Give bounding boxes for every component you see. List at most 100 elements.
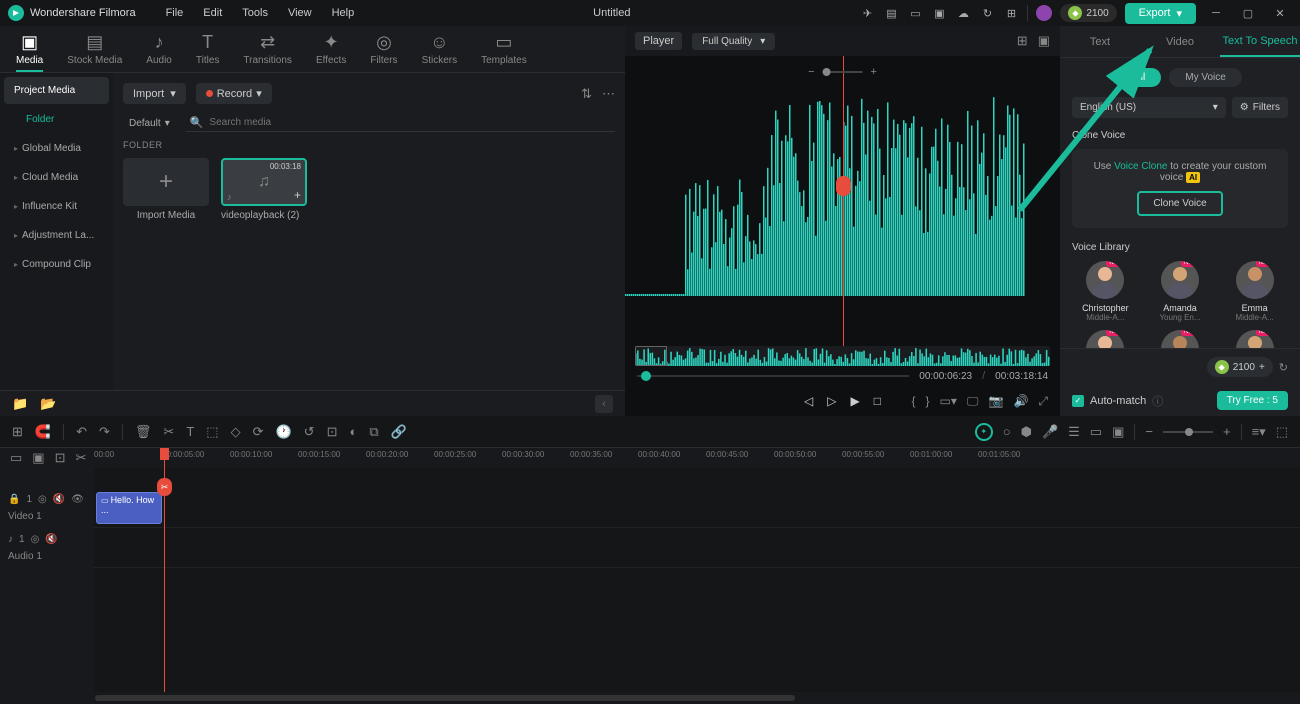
music-icon[interactable]: ♪	[8, 534, 13, 545]
play-pause-button[interactable]: ▷	[827, 394, 836, 408]
menu-view[interactable]: View	[278, 3, 322, 23]
cloud-icon[interactable]: ☁	[955, 5, 971, 21]
timeline-playhead[interactable]: ✂	[164, 448, 165, 692]
list-icon[interactable]: ☰	[1068, 424, 1080, 440]
target-icon[interactable]: ◎	[38, 494, 47, 505]
close-button[interactable]: ✕	[1268, 3, 1292, 23]
record-button[interactable]: Record▾	[196, 83, 272, 104]
voice-emma[interactable]: NEW Emma Middle-A...	[1221, 261, 1288, 322]
video-track[interactable]: ▭Hello. How ...	[94, 488, 1300, 528]
group-button[interactable]: ⊡	[327, 424, 338, 440]
clock-button[interactable]: 🕐	[275, 424, 291, 440]
sidebar-adjustment-layer[interactable]: ▸Adjustment La...	[4, 222, 109, 249]
mini-waveform[interactable]	[635, 346, 1050, 366]
zoom-in-icon[interactable]: +	[871, 66, 877, 78]
menu-tools[interactable]: Tools	[232, 3, 278, 23]
credits-badge[interactable]: ⬥ 2100	[1060, 4, 1116, 22]
mask-button[interactable]: ◐	[349, 424, 357, 439]
timeline-scrollbar[interactable]	[0, 692, 1300, 704]
player-label[interactable]: Player	[635, 32, 682, 50]
sidebar-compound-clip[interactable]: ▸Compound Clip	[4, 251, 109, 278]
fullscreen-icon[interactable]: ⤢	[1038, 394, 1048, 409]
automatch-checkbox[interactable]: ✓	[1072, 395, 1084, 407]
tab-filters[interactable]: ◎Filters	[370, 32, 397, 72]
timeline-ruler[interactable]: 00:0000:00:05:0000:00:10:0000:00:15:0000…	[94, 448, 1300, 468]
undo-button[interactable]: ↶	[76, 424, 87, 440]
shield-icon[interactable]: ⬢	[1021, 424, 1032, 440]
media-clip[interactable]: 00:03:18 ♫ ♪ +	[221, 158, 307, 206]
redo-button[interactable]: ↷	[99, 424, 110, 440]
magnet-icon[interactable]: 🧲	[35, 424, 51, 440]
import-button[interactable]: Import▾	[123, 83, 186, 104]
screen-icon[interactable]: ▭	[907, 5, 923, 21]
stop-button[interactable]: □	[874, 394, 881, 408]
filters-button[interactable]: ⚙Filters	[1232, 97, 1288, 118]
snapshot-icon[interactable]: ▣	[1038, 33, 1050, 49]
send-icon[interactable]: ✈	[859, 5, 875, 21]
sidebar-global-media[interactable]: ▸Global Media	[4, 135, 109, 162]
marker-icon[interactable]: ▣	[1112, 424, 1124, 440]
reverse-button[interactable]: ↺	[304, 424, 315, 440]
mute-icon[interactable]: 🔇	[45, 534, 57, 545]
mark-in-icon[interactable]: {	[912, 394, 916, 408]
maximize-button[interactable]: ▢	[1236, 3, 1260, 23]
language-dropdown[interactable]: English (US)▾	[1072, 97, 1226, 118]
view-mode-icon[interactable]: ≡▾	[1252, 424, 1266, 440]
cut-button[interactable]: ✂	[163, 424, 174, 440]
razor-icon[interactable]: ✂	[76, 450, 87, 466]
tts-credits[interactable]: ⬥ 2100 +	[1207, 357, 1273, 377]
device-icon[interactable]: ▭	[1090, 424, 1102, 440]
volume-icon[interactable]: 🔊	[1013, 394, 1028, 408]
tab-templates[interactable]: ▭Templates	[481, 32, 527, 72]
target-icon[interactable]: ◎	[31, 534, 40, 545]
export-button[interactable]: Export ▾	[1125, 3, 1196, 24]
tab-media[interactable]: ▣Media	[16, 32, 43, 72]
video-track-header[interactable]: 🔒1◎🔇👁 Video 1	[0, 488, 94, 528]
voice-clone-link[interactable]: Voice Clone	[1114, 161, 1167, 172]
mixer-icon[interactable]: ⬚	[1276, 424, 1288, 440]
voice-derek[interactable]: NEW Derek Middle-A...	[1147, 330, 1214, 348]
voice-andrew[interactable]: NEW Andrew Young Co...	[1221, 330, 1288, 348]
add-clip-button[interactable]: +	[294, 188, 301, 202]
capture-icon[interactable]: 📷	[988, 394, 1003, 408]
crop-button[interactable]: ⬚	[206, 424, 218, 440]
sidebar-project-media[interactable]: Project Media	[4, 77, 109, 104]
timeline-clip[interactable]: ▭Hello. How ...	[96, 492, 162, 524]
refresh-icon[interactable]: ↻	[1279, 361, 1288, 374]
audio-track[interactable]	[94, 528, 1300, 568]
tab-text[interactable]: Text	[1060, 26, 1140, 57]
sort-icon[interactable]: ⇅	[581, 86, 592, 102]
more-icon[interactable]: ⋯	[602, 86, 615, 102]
playhead-handle[interactable]	[836, 176, 851, 196]
next-frame-button[interactable]: ▶	[850, 394, 859, 408]
menu-edit[interactable]: Edit	[193, 3, 232, 23]
display-icon[interactable]: 🖵	[967, 394, 979, 409]
tab-audio[interactable]: ♪Audio	[146, 32, 172, 72]
zoom-slider[interactable]	[823, 71, 863, 73]
clone-voice-button[interactable]: Clone Voice	[1137, 191, 1222, 216]
scrub-track[interactable]	[637, 375, 909, 377]
info-icon[interactable]: ⓘ	[1152, 393, 1163, 409]
track-opt1-icon[interactable]: ▭	[10, 450, 22, 466]
waveform-area[interactable]: − +	[625, 56, 1060, 346]
tab-stickers[interactable]: ☺Stickers	[422, 32, 458, 72]
link-button[interactable]: 🔗	[391, 424, 407, 440]
apps-icon[interactable]: ⊞	[1003, 5, 1019, 21]
circle-icon[interactable]: ○	[1003, 424, 1011, 439]
tab-transitions[interactable]: ⇄Transitions	[243, 32, 292, 72]
new-folder-icon[interactable]: 📂	[40, 396, 56, 412]
prev-frame-button[interactable]: ◁	[804, 394, 813, 408]
default-dropdown[interactable]: Default▾	[123, 115, 176, 132]
keyframe-button[interactable]: ◇	[231, 424, 241, 440]
search-input[interactable]	[203, 117, 611, 128]
preview-playhead[interactable]	[843, 56, 844, 346]
mini-selection[interactable]	[635, 346, 667, 366]
speed-button[interactable]: ⟳	[253, 424, 264, 440]
timeline-zoom-slider[interactable]	[1163, 431, 1213, 433]
avatar-icon[interactable]	[1036, 5, 1052, 21]
ai-button[interactable]: ✦	[975, 423, 993, 441]
mic-icon[interactable]: 🎤	[1042, 424, 1058, 440]
mark-out-icon[interactable]: }	[926, 394, 930, 408]
zoom-out-timeline[interactable]: −	[1145, 424, 1153, 439]
voice-christopher[interactable]: NEW Christopher Middle-A...	[1072, 261, 1139, 322]
